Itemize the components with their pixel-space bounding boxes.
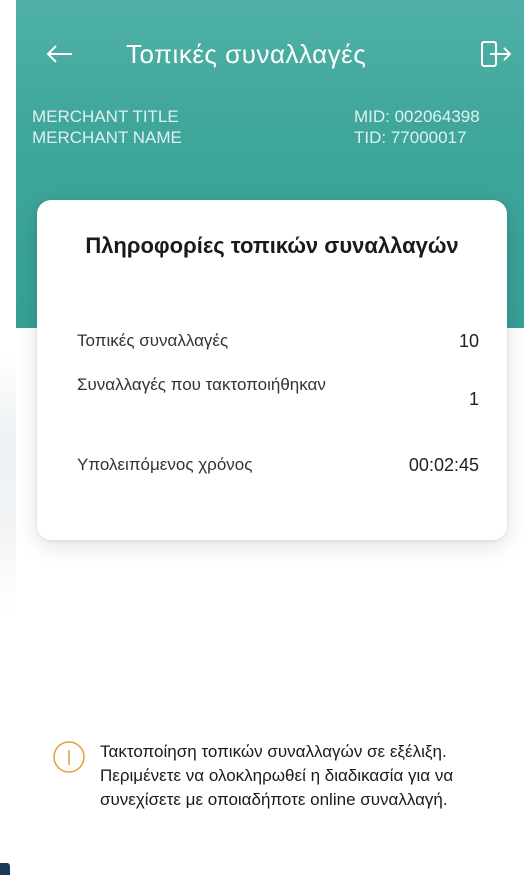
row-label: Τοπικές συναλλαγές: [77, 331, 229, 350]
card-title: Πληροφορίες τοπικών συναλλαγών: [85, 233, 459, 258]
arrow-left-icon[interactable]: [42, 36, 78, 72]
notice-text: Τακτοποίηση τοπικών συναλλαγών σε εξέλιξ…: [100, 742, 454, 809]
status-notice: Τακτοποίηση τοπικών συναλλαγών σε εξέλιξ…: [52, 740, 512, 840]
row-settled-transactions: Συναλλαγές που τακτοποιήθηκαν 1: [77, 374, 479, 418]
merchant-title: MERCHANT TITLE: [32, 107, 179, 126]
page-title: Τοπικές συναλλαγές: [126, 39, 367, 69]
row-local-transactions: Τοπικές συναλλαγές 10: [77, 330, 479, 352]
row-value: 1: [468, 389, 479, 409]
merchant-info: MERCHANT TITLE MERCHANT NAME: [32, 106, 182, 148]
row-label: Υπολειπόμενος χρόνος: [77, 455, 253, 474]
row-value: 10: [458, 331, 479, 351]
screen: Τοπικές συναλλαγές MERCHANT TITLE MERCHA…: [0, 0, 524, 875]
logout-icon[interactable]: [476, 36, 516, 72]
row-remaining-time: Υπολειπόμενος χρόνος 00:02:45: [77, 454, 479, 476]
merchant-id: MID: 002064398: [354, 107, 480, 126]
merchant-name: MERCHANT NAME: [32, 128, 182, 147]
row-label: Συναλλαγές που τακτοποιήθηκαν: [77, 375, 326, 394]
left-edge-strip: [0, 0, 16, 875]
row-value: 00:02:45: [408, 455, 479, 475]
info-icon: [52, 740, 86, 774]
terminal-id: TID: 77000017: [354, 128, 467, 147]
local-transactions-card: Πληροφορίες τοπικών συναλλαγών Τοπικές σ…: [37, 200, 507, 540]
top-bar: Τοπικές συναλλαγές: [16, 28, 524, 78]
terminal-info: MID: 002064398 TID: 77000017: [354, 106, 524, 148]
